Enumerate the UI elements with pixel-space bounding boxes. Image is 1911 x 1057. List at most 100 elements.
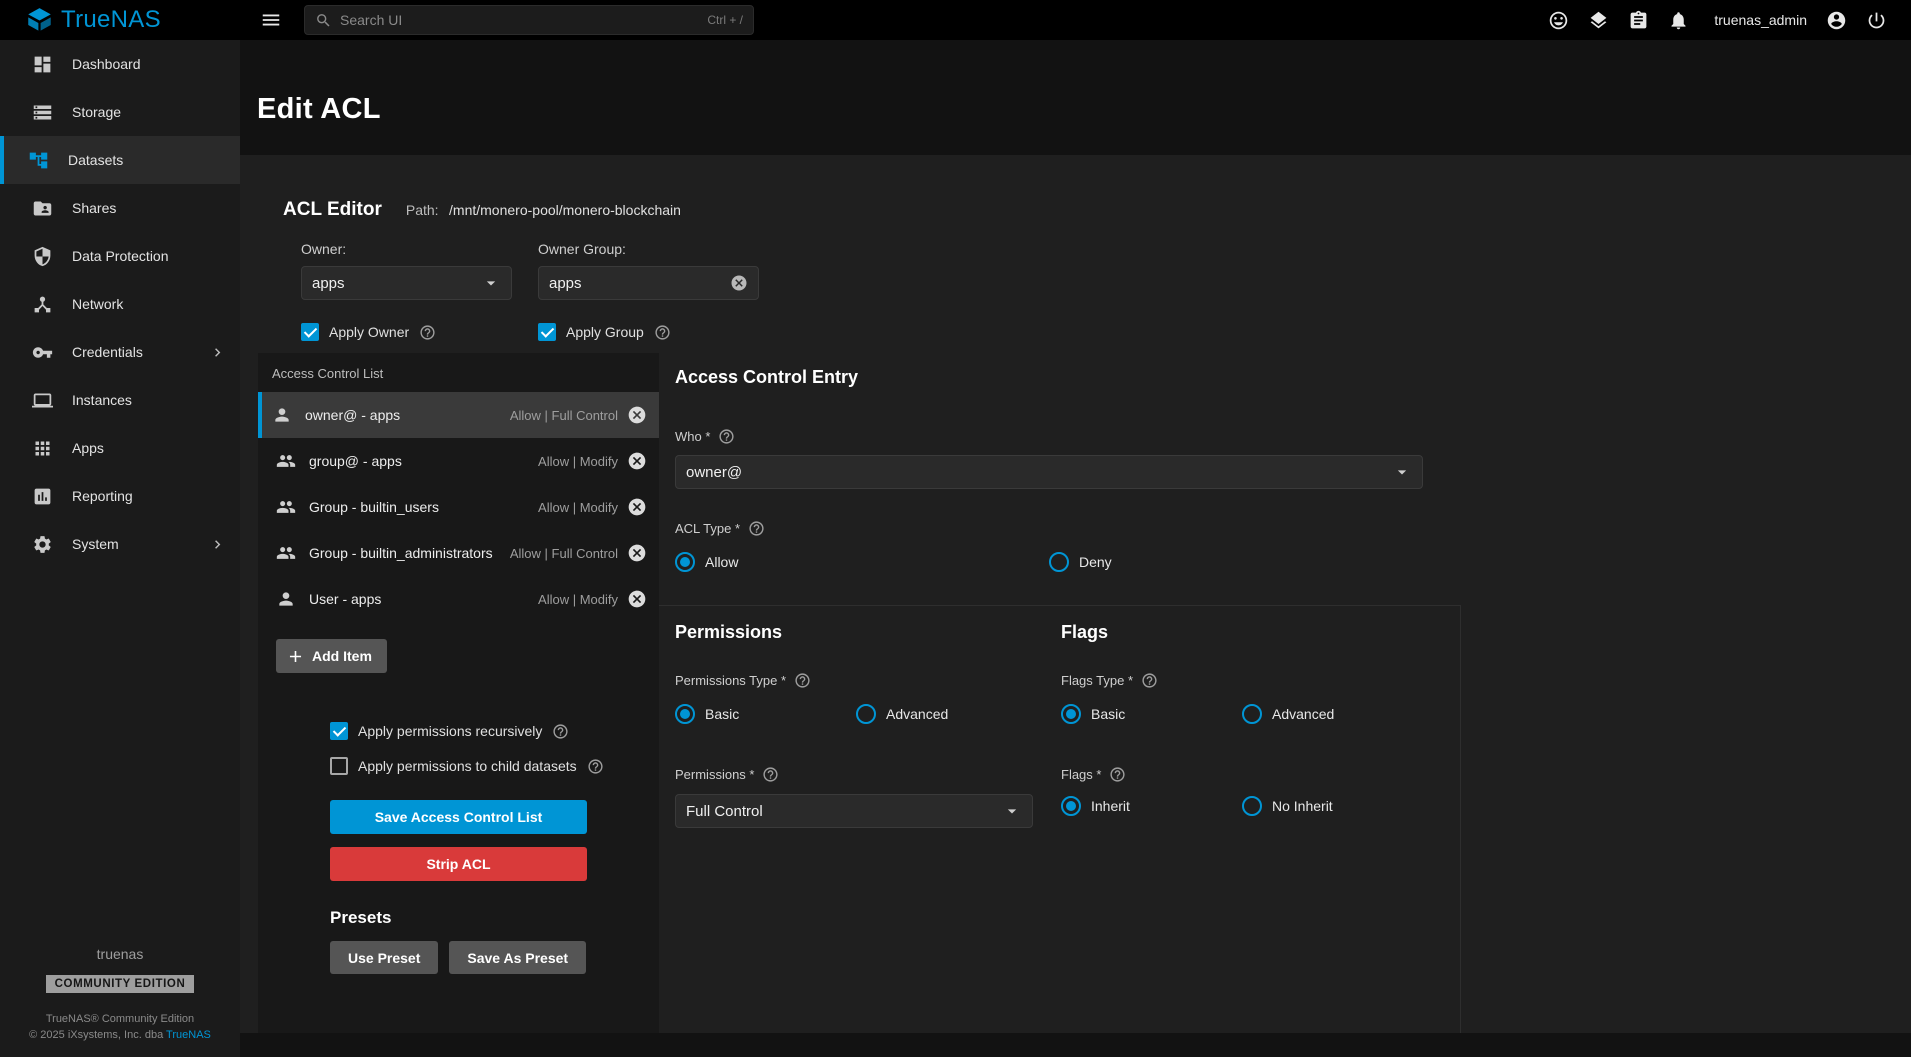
power-button[interactable] (1866, 10, 1887, 31)
sidebar-item-apps[interactable]: Apps (0, 424, 240, 472)
radio-inherit[interactable]: Inherit (1061, 796, 1242, 816)
owner-group-label: Owner Group: (538, 241, 759, 257)
user-menu-button[interactable] (1826, 10, 1847, 31)
radio-no-inherit[interactable]: No Inherit (1242, 796, 1333, 816)
people-icon (276, 543, 296, 563)
who-select[interactable]: owner@ (675, 455, 1423, 489)
owner-group-input[interactable] (549, 275, 730, 292)
clipboard-icon (1628, 10, 1649, 31)
delete-entry-icon[interactable] (627, 451, 647, 471)
gear-icon (32, 534, 53, 555)
chevron-right-icon (209, 536, 226, 553)
sidebar-item-label: Apps (72, 440, 104, 456)
sidebar-item-datasets[interactable]: Datasets (0, 136, 240, 184)
plus-icon (286, 647, 305, 666)
sidebar-item-credentials[interactable]: Credentials (0, 328, 240, 376)
truenas-link[interactable]: TrueNAS (166, 1029, 211, 1041)
radio-selected-indicator (1061, 796, 1081, 816)
use-preset-button[interactable]: Use Preset (330, 941, 438, 974)
permissions-flags-section: Permissions Permissions Type * Basic (659, 605, 1461, 1033)
truenas-logo[interactable]: TrueNAS (0, 6, 240, 34)
sidebar-nav: Dashboard Storage Datasets Shares Data P… (0, 40, 240, 568)
acl-entry-row[interactable]: Group - builtin_users Allow | Modify (258, 484, 659, 530)
radio-permissions-basic[interactable]: Basic (675, 704, 856, 724)
account-circle-icon (1826, 10, 1847, 31)
flags-type-label: Flags Type * (1061, 673, 1133, 688)
feedback-button[interactable] (1548, 10, 1569, 31)
acl-editor-card: ACL Editor Path: /mnt/monero-pool/monero… (240, 155, 1911, 1033)
save-as-preset-button[interactable]: Save As Preset (449, 941, 586, 974)
help-icon[interactable] (718, 428, 735, 445)
jobs-button[interactable] (1588, 10, 1609, 31)
help-icon[interactable] (654, 324, 671, 341)
help-icon[interactable] (1141, 672, 1158, 689)
help-icon[interactable] (419, 324, 436, 341)
topbar-actions: truenas_admin (1548, 10, 1911, 31)
truenas-app: TrueNAS Ctrl + / truenas_admin (0, 0, 1911, 1057)
apply-group-checkbox[interactable]: Apply Group (538, 323, 759, 341)
delete-entry-icon[interactable] (627, 497, 647, 517)
acl-list-panel: Access Control List owner@ - apps Allow … (258, 353, 659, 1033)
shared-folder-icon (32, 198, 53, 219)
sidebar-item-instances[interactable]: Instances (0, 376, 240, 424)
sidebar-item-shares[interactable]: Shares (0, 184, 240, 232)
permissions-select[interactable]: Full Control (675, 794, 1033, 828)
help-icon[interactable] (762, 766, 779, 783)
acl-type-label: ACL Type * (675, 521, 740, 536)
checkbox-checked (301, 323, 319, 341)
sidebar-item-dashboard[interactable]: Dashboard (0, 40, 240, 88)
help-icon[interactable] (748, 520, 765, 537)
sidebar-item-data-protection[interactable]: Data Protection (0, 232, 240, 280)
delete-entry-icon[interactable] (627, 589, 647, 609)
apply-owner-checkbox[interactable]: Apply Owner (301, 323, 512, 341)
radio-flags-advanced[interactable]: Advanced (1242, 704, 1334, 724)
acl-entry-row[interactable]: User - apps Allow | Modify (258, 576, 659, 622)
search-icon (315, 12, 332, 29)
recursive-checkbox[interactable]: Apply permissions recursively (330, 722, 659, 740)
sidebar-footer: truenas COMMUNITY EDITION TrueNAS® Commu… (0, 946, 240, 1043)
notifications-button[interactable] (1668, 10, 1689, 31)
add-item-button[interactable]: Add Item (276, 639, 387, 673)
radio-allow[interactable]: Allow (675, 552, 1049, 572)
child-datasets-checkbox[interactable]: Apply permissions to child datasets (330, 757, 659, 775)
help-icon[interactable] (587, 758, 604, 775)
sidebar-item-label: Instances (72, 392, 132, 408)
tasks-button[interactable] (1628, 10, 1649, 31)
search-input[interactable] (340, 12, 699, 28)
delete-entry-icon[interactable] (627, 543, 647, 563)
sidebar-item-network[interactable]: Network (0, 280, 240, 328)
acl-list-header: Access Control List (258, 353, 659, 392)
acl-entry-row[interactable]: group@ - apps Allow | Modify (258, 438, 659, 484)
flags-label: Flags * (1061, 767, 1101, 782)
radio-permissions-advanced[interactable]: Advanced (856, 704, 948, 724)
clear-icon[interactable] (730, 274, 748, 292)
radio-flags-basic[interactable]: Basic (1061, 704, 1242, 724)
acl-entry-row[interactable]: owner@ - apps Allow | Full Control (258, 392, 659, 438)
sidebar-item-reporting[interactable]: Reporting (0, 472, 240, 520)
acl-editor-head: ACL Editor Path: /mnt/monero-pool/monero… (240, 155, 1911, 353)
sidebar-item-system[interactable]: System (0, 520, 240, 568)
radio-indicator (1049, 552, 1069, 572)
sidebar-item-label: Storage (72, 104, 121, 120)
help-icon[interactable] (794, 672, 811, 689)
dashboard-icon (32, 54, 53, 75)
topbar: TrueNAS Ctrl + / truenas_admin (0, 0, 1911, 40)
delete-entry-icon[interactable] (627, 405, 647, 425)
shield-icon (32, 246, 53, 267)
acl-entry-row[interactable]: Group - builtin_administrators Allow | F… (258, 530, 659, 576)
strip-acl-button[interactable]: Strip ACL (330, 847, 587, 881)
help-icon[interactable] (552, 723, 569, 740)
menu-toggle-button[interactable] (260, 9, 282, 31)
radio-deny[interactable]: Deny (1049, 552, 1112, 572)
sidebar-item-label: Data Protection (72, 248, 169, 264)
hostname: truenas (0, 946, 240, 962)
global-search[interactable]: Ctrl + / (304, 5, 754, 35)
save-acl-button[interactable]: Save Access Control List (330, 800, 587, 834)
help-icon[interactable] (1109, 766, 1126, 783)
owner-select[interactable]: apps (301, 266, 512, 300)
bell-icon (1668, 10, 1689, 31)
sidebar-item-storage[interactable]: Storage (0, 88, 240, 136)
footer-copyright-line: © 2025 iXsystems, Inc. dba TrueNAS (0, 1027, 240, 1043)
owner-group-field[interactable] (538, 266, 759, 300)
dropdown-arrow-icon (1392, 462, 1412, 482)
